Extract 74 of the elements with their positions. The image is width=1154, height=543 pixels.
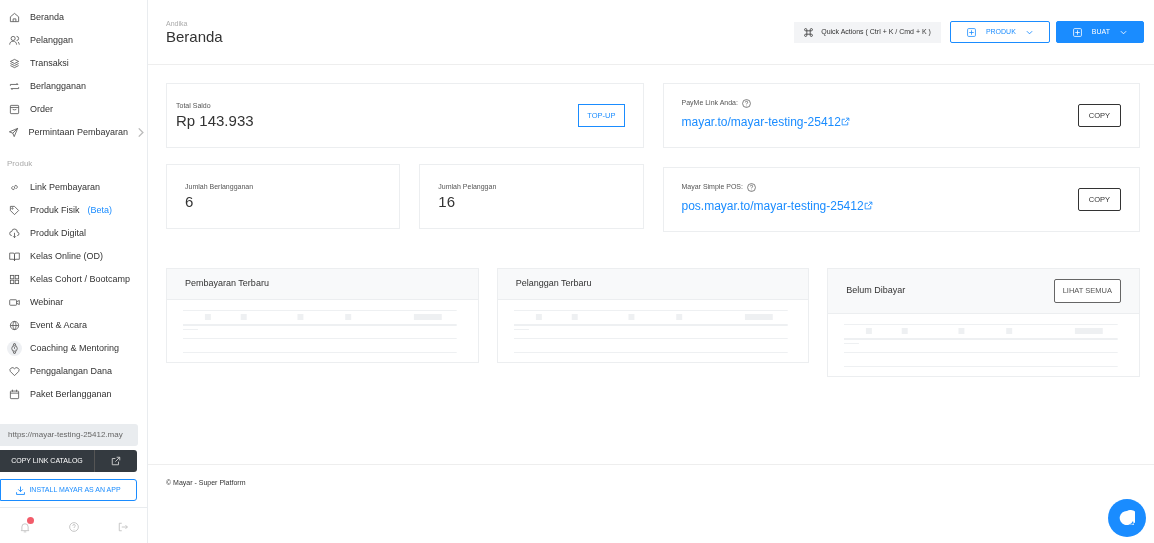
menu-item[interactable]: Transaksi [0, 52, 147, 75]
menu-label: Link Pembayaran [30, 180, 101, 194]
caret-icon [1025, 29, 1033, 35]
menu-label: Beranda [30, 10, 65, 24]
menu-item[interactable]: Coaching & Mentoring [0, 337, 147, 360]
menu-label: Paket Berlangganan [30, 387, 112, 401]
chat-button[interactable] [1108, 499, 1146, 537]
stat-value: 16 [438, 192, 456, 211]
menu-item[interactable]: Permintaan Pembayaran [0, 121, 147, 144]
menu-label: Webinar [30, 295, 64, 309]
help-icon[interactable] [68, 522, 79, 532]
menu-item[interactable]: Berlangganan [0, 75, 147, 98]
help-icon[interactable] [746, 183, 756, 192]
panel-title: Pembayaran Terbaru [185, 277, 269, 291]
panel-title: Belum Dibayar [846, 284, 906, 298]
menu-label: Kelas Online (OD) [30, 249, 104, 263]
menu-label: Event & Acara [30, 318, 88, 332]
menu-label: Pelanggan [30, 33, 74, 47]
globe-icon [9, 320, 20, 331]
repeat-icon [9, 81, 20, 92]
send-icon [8, 127, 20, 138]
video-icon [9, 297, 20, 308]
grid-icon [9, 274, 20, 285]
download-icon [16, 485, 26, 495]
menu-label: Produk Fisik [30, 203, 80, 217]
menu-item[interactable]: Webinar [0, 291, 147, 314]
menu-item[interactable]: Order [0, 98, 147, 121]
page-title: Beranda [166, 29, 223, 46]
layers-icon [9, 58, 20, 69]
balance-value: Rp 143.933 [176, 111, 254, 130]
menu-item[interactable]: Kelas Online (OD) [0, 245, 147, 268]
plus-square-icon [966, 27, 976, 37]
command-icon [804, 27, 814, 37]
link-icon [9, 182, 20, 193]
help-icon[interactable] [741, 99, 751, 108]
menu-label: Produk Digital [30, 226, 87, 240]
tag-icon [9, 205, 20, 216]
menu-item[interactable]: Produk Fisik (Beta) [0, 199, 147, 222]
caret-icon [1120, 29, 1127, 35]
menu-label: Penggalangan Dana [30, 364, 113, 378]
external-link-icon[interactable] [863, 201, 873, 210]
menu-item[interactable]: Paket Berlangganan [0, 383, 147, 406]
menu-label: Permintaan Pembayaran [28, 125, 128, 139]
menu-label: Berlangganan [30, 79, 87, 93]
plus-square-icon [1072, 27, 1082, 37]
menu-item[interactable]: Penggalangan Dana [0, 360, 147, 383]
beta-tag: (Beta) [87, 203, 113, 218]
heart-icon [9, 366, 20, 377]
menu-item[interactable]: Produk Digital [0, 222, 147, 245]
catalog-url-field[interactable]: https://mayar-testing-25412.may [0, 424, 138, 446]
bag-icon [9, 104, 20, 115]
menu-item[interactable]: Link Pembayaran [0, 176, 147, 199]
menu-label: Kelas Cohort / Bootcamp [30, 272, 131, 286]
stat-value: 6 [185, 192, 195, 211]
external-link-icon [111, 456, 121, 466]
notification-badge [26, 517, 34, 524]
menu-label: Transaksi [30, 56, 69, 70]
users-icon [9, 35, 20, 46]
menu-item[interactable]: Beranda [0, 6, 147, 29]
menu-label: Coaching & Mentoring [30, 341, 120, 355]
menu-label: Order [30, 102, 53, 116]
external-link-icon[interactable] [840, 117, 850, 126]
bell-icon[interactable] [19, 522, 30, 533]
menu-item[interactable]: Event & Acara [0, 314, 147, 337]
chat-icon [1119, 510, 1135, 526]
menu-item[interactable]: Kelas Cohort / Bootcamp [0, 268, 147, 291]
menu-heading: Produk [6, 158, 34, 170]
book-icon [9, 251, 20, 262]
calendar-icon [9, 389, 20, 400]
home-icon [9, 12, 20, 23]
panel-title: Pelanggan Terbaru [515, 277, 592, 291]
cloud-download-icon [9, 228, 20, 239]
menu-item[interactable]: Pelanggan [0, 29, 147, 52]
logout-icon[interactable] [117, 522, 128, 532]
